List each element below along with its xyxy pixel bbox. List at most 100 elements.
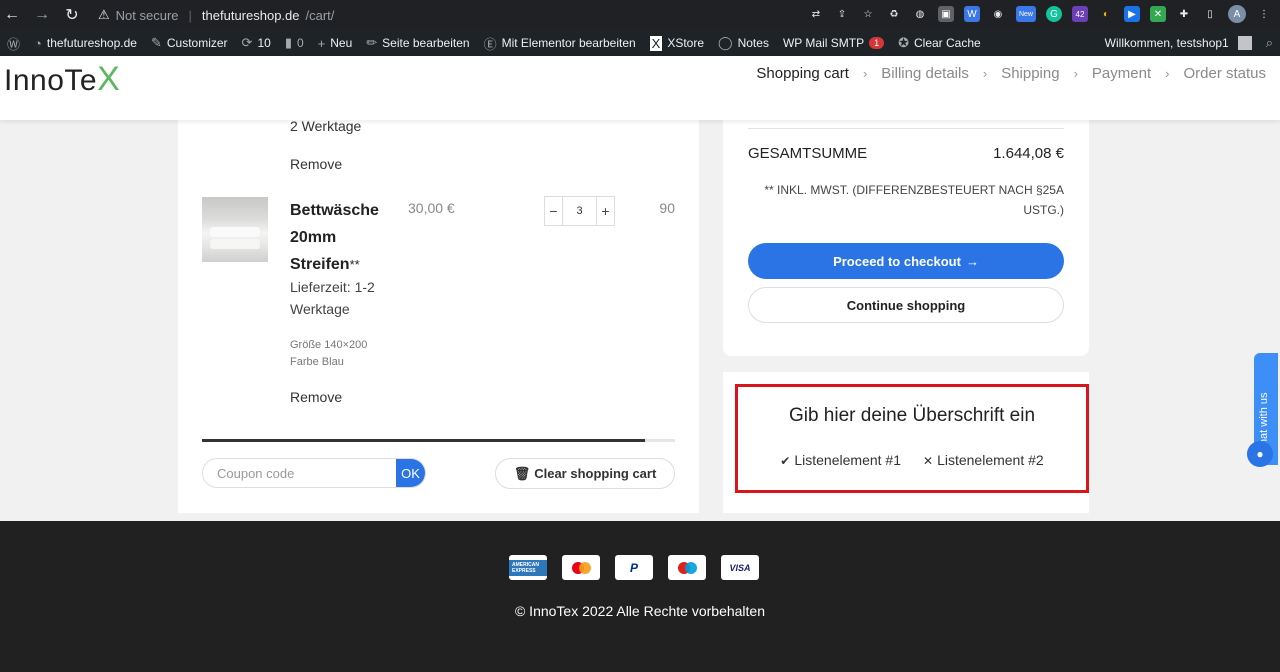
prev-item-delivery: 2 Werktage <box>290 118 362 134</box>
menu-kebab-icon[interactable]: ⋮ <box>1256 6 1272 22</box>
product-image[interactable] <box>202 197 268 262</box>
checkout-label: Proceed to checkout <box>833 253 961 269</box>
product-delivery-time: Lieferzeit: 1-2 Werktage <box>290 279 375 317</box>
total-value: 1.644,08 € <box>993 145 1064 162</box>
back-icon[interactable]: ← <box>4 6 20 24</box>
quantity-value[interactable]: 3 <box>562 197 597 225</box>
heading-widget[interactable]: Gib hier deine Überschrift ein ✔ Listenel… <box>735 384 1089 493</box>
plus-button[interactable]: + <box>597 203 614 219</box>
new-item[interactable]: + Neu <box>311 30 360 56</box>
camera-extension-icon[interactable]: ▣ <box>938 6 954 22</box>
counter-extension-icon[interactable]: 42 <box>1072 6 1088 22</box>
step-shipping[interactable]: Shipping <box>1001 65 1059 82</box>
updates-item[interactable]: ⟳ 10 <box>235 30 278 56</box>
logo-accent: X <box>97 60 121 98</box>
visa-icon: VISA <box>721 555 759 580</box>
translate-icon[interactable]: ⇄ <box>808 6 824 22</box>
new-extension-icon[interactable]: New <box>1016 6 1036 22</box>
product-price: 30,00 € <box>408 200 455 216</box>
account-item[interactable]: Willkommen, testshop1 <box>1098 30 1259 56</box>
product-title-text: Bettwäsche 20mm Streifen <box>290 202 379 273</box>
notes-item[interactable]: ◯ Notes <box>711 30 776 56</box>
puzzle-icon[interactable]: ✚ <box>1176 6 1192 22</box>
chat-bubble-icon[interactable]: ● <box>1247 441 1273 467</box>
pencil-icon: ✏ <box>366 35 378 50</box>
edit-page-item[interactable]: ✏ Seite bearbeiten <box>359 30 476 56</box>
elementor-label: Mit Elementor bearbeiten <box>501 36 636 50</box>
quantity-stepper: − 3 + <box>544 196 615 226</box>
horizontal-scrollbar[interactable] <box>202 439 675 442</box>
address-bar[interactable]: ⚠ Not secure | thefutureshop.de/cart/ <box>98 7 334 23</box>
user-avatar <box>1237 36 1252 50</box>
globe-extension-icon[interactable]: ◍ <box>912 6 928 22</box>
share-icon[interactable]: ⇪ <box>834 6 850 22</box>
prev-item-remove-link[interactable]: Remove <box>290 156 342 172</box>
elementor-item[interactable]: Ⓔ Mit Elementor bearbeiten <box>477 30 643 56</box>
xstore-extension-icon[interactable]: ✕ <box>1150 6 1166 22</box>
list-item: ✕ Listenelement #2 <box>923 452 1044 468</box>
bookmark-star-icon[interactable]: ☆ <box>860 6 876 22</box>
minus-button[interactable]: − <box>545 203 562 219</box>
cart-panel: 2 Werktage Remove Bettwäsche 20mm Streif… <box>178 118 699 513</box>
product-title[interactable]: Bettwäsche 20mm Streifen** <box>290 197 400 278</box>
attr-color: Farbe Blau <box>290 356 344 368</box>
close-icon: ✕ <box>923 454 934 468</box>
site-name-item[interactable]: ◔ thefutureshop.de <box>27 30 144 56</box>
list-item-label: Listenelement #1 <box>794 452 901 468</box>
doc-extension-icon[interactable]: W <box>964 6 980 22</box>
forward-icon[interactable]: → <box>34 6 50 24</box>
extensions-area: ⇄ ⇪ ☆ ♻ ◍ ▣ W ◉ New G 42 ◐ ▶ ✕ ✚ ▯ A ⋮ <box>808 5 1272 23</box>
step-shopping-cart[interactable]: Shopping cart <box>756 65 849 82</box>
product-subtotal: 90 <box>659 200 675 216</box>
site-logo[interactable]: InnoTeX <box>4 60 120 99</box>
search-item[interactable]: ⌕ <box>1259 30 1280 56</box>
profile-avatar[interactable]: A <box>1228 5 1246 23</box>
divider <box>748 128 1064 129</box>
comments-count: 0 <box>296 36 304 50</box>
site-header: InnoTeX Shopping cart › Billing details … <box>0 56 1280 120</box>
continue-shopping-button[interactable]: Continue shopping <box>748 287 1064 323</box>
customizer-item[interactable]: ✎ Customizer <box>144 30 235 56</box>
wpmail-badge: 1 <box>869 37 885 49</box>
reload-icon[interactable]: ↻ <box>64 5 80 25</box>
wpmail-item[interactable]: WP Mail SMTP 1 <box>776 30 891 56</box>
recycle-extension-icon[interactable]: ♻ <box>886 6 902 22</box>
side-panel-icon[interactable]: ▯ <box>1202 6 1218 22</box>
search-icon: ⌕ <box>1265 35 1273 50</box>
scrollbar-thumb[interactable] <box>202 439 645 442</box>
wpmail-label: WP Mail SMTP <box>782 36 865 50</box>
proceed-to-checkout-button[interactable]: Proceed to checkout → <box>748 243 1064 279</box>
wp-admin-bar: Ⓦ ◔ thefutureshop.de ✎ Customizer ⟳ 10 ▮ 0 +… <box>0 30 1280 56</box>
step-billing-details[interactable]: Billing details <box>881 65 969 82</box>
screenshot-extension-icon[interactable]: ◉ <box>990 6 1006 22</box>
step-order-status[interactable]: Order status <box>1183 65 1266 82</box>
attr-size: Größe 140×200 <box>290 339 368 351</box>
clear-cache-item[interactable]: ✪ Clear Cache <box>891 30 988 56</box>
coupon-input[interactable] <box>203 459 396 487</box>
list-item: ✔ Listenelement #1 <box>780 452 901 468</box>
customizer-label: Customizer <box>166 36 228 50</box>
moon-extension-icon[interactable]: ◐ <box>1098 6 1114 22</box>
comments-item[interactable]: ▮ 0 <box>278 30 311 56</box>
clear-cart-button[interactable]: 🗑 Clear shopping cart <box>495 458 675 489</box>
security-label: Not secure <box>115 7 179 23</box>
grammarly-icon[interactable]: G <box>1046 6 1062 22</box>
elementor-icon: Ⓔ <box>483 36 497 52</box>
address-separator: | <box>188 7 192 23</box>
paypal-icon: P <box>615 555 653 580</box>
browser-nav: ← → ↻ <box>0 5 80 25</box>
xstore-item[interactable]: X XStore <box>643 30 711 56</box>
remove-link[interactable]: Remove <box>290 389 342 405</box>
video-extension-icon[interactable]: ▶ <box>1124 6 1140 22</box>
wp-logo-item[interactable]: Ⓦ <box>0 30 27 56</box>
wordpress-icon: Ⓦ <box>7 36 21 52</box>
cart-totals-panel: GESAMTSUMME 1.644,08 € ** INKL. MWST. (D… <box>723 120 1089 356</box>
coupon-ok-button[interactable]: OK <box>396 459 425 487</box>
step-payment[interactable]: Payment <box>1092 65 1151 82</box>
product-attributes: Größe 140×200 Farbe Blau <box>290 337 367 371</box>
clear-cache-label: Clear Cache <box>914 36 981 50</box>
checkout-steps: Shopping cart › Billing details › Shippi… <box>756 65 1266 82</box>
clear-cart-label: Clear shopping cart <box>534 466 657 481</box>
tax-note: ** INKL. MWST. (DIFFERENZBESTEUERT NACH … <box>764 183 1064 217</box>
notes-icon: ◯ <box>718 35 733 50</box>
